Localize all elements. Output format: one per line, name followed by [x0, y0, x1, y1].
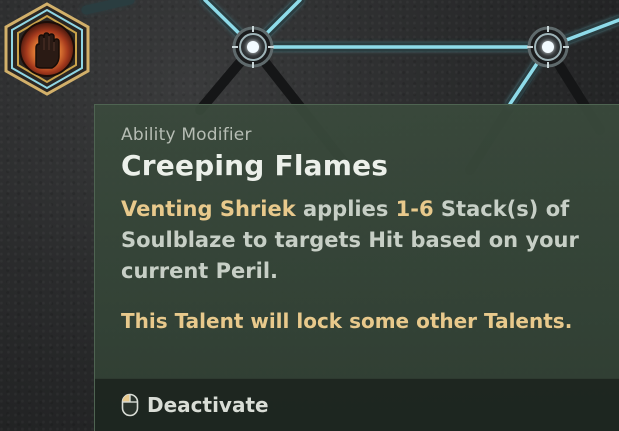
- tooltip-title: Creeping Flames: [121, 149, 389, 182]
- description-text: Stack(s) of: [433, 197, 570, 221]
- talent-tooltip: Ability Modifier Creeping Flames Venting…: [94, 104, 619, 431]
- description-text: applies: [295, 197, 396, 221]
- tooltip-category: Ability Modifier: [121, 125, 252, 145]
- lock-warning: This Talent will lock some other Talents…: [121, 309, 573, 333]
- deactivate-label: Deactivate: [147, 393, 269, 417]
- tooltip-footer: Deactivate: [95, 378, 619, 431]
- ability-name: Venting Shriek: [121, 197, 296, 221]
- stack-amount: 1-6: [395, 197, 434, 221]
- description-text: Soulblaze to targets Hit based on your c…: [121, 228, 579, 283]
- burning-hand-icon[interactable]: [0, 2, 94, 96]
- tooltip-body: Ability Modifier Creeping Flames Venting…: [121, 125, 599, 333]
- deactivate-button[interactable]: Deactivate: [121, 393, 269, 417]
- tooltip-description: Venting Shriek applies 1-6 Stack(s) of So…: [121, 194, 599, 287]
- mouse-left-click-icon: [121, 393, 139, 417]
